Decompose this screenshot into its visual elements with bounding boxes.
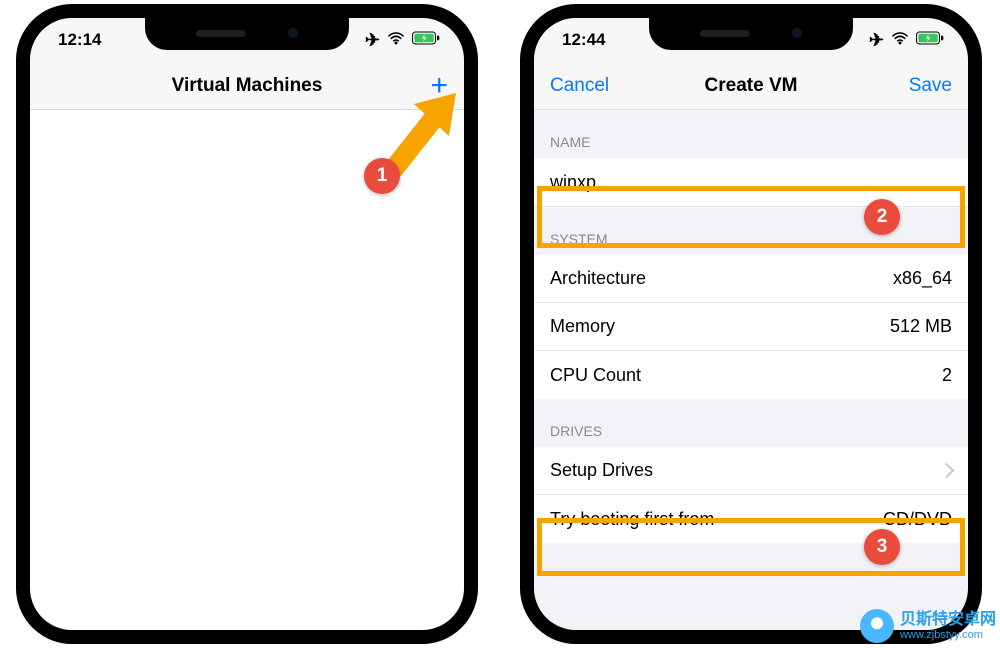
section-header-system: SYSTEM — [534, 207, 968, 255]
boot-first-cell[interactable]: Try booting first from CD/DVD — [534, 495, 968, 543]
section-header-name: NAME — [534, 110, 968, 158]
watermark-url: www.zjbstyy.com — [900, 629, 996, 641]
wifi-icon — [387, 30, 405, 50]
status-time: 12:14 — [58, 30, 101, 50]
watermark-title: 贝斯特安卓网 — [900, 611, 996, 629]
setup-drives-cell[interactable]: Setup Drives — [534, 447, 968, 495]
cell-label: CPU Count — [550, 365, 641, 386]
architecture-cell[interactable]: Architecture x86_64 — [534, 255, 968, 303]
cell-value: 2 — [942, 365, 952, 386]
name-input[interactable] — [550, 158, 952, 206]
wifi-icon — [891, 30, 909, 50]
form-content: NAME SYSTEM Architecture x86_64 Memory 5… — [534, 110, 968, 630]
cpu-count-cell[interactable]: CPU Count 2 — [534, 351, 968, 399]
battery-charging-icon — [412, 30, 440, 50]
name-cell[interactable] — [534, 158, 968, 207]
airplane-icon — [365, 30, 380, 51]
cell-label: Setup Drives — [550, 460, 653, 481]
chevron-right-icon — [933, 460, 952, 481]
nav-bar: Cancel Create VM Save — [534, 62, 968, 110]
marker-2: 2 — [864, 199, 900, 235]
save-button[interactable]: Save — [909, 75, 952, 97]
nav-bar: Virtual Machines + — [30, 62, 464, 110]
cell-label: Architecture — [550, 268, 646, 289]
phone-left: 12:14 Virtual Machines + 1 — [16, 4, 478, 644]
nav-title: Virtual Machines — [172, 75, 323, 97]
marker-1: 1 — [364, 158, 400, 194]
marker-3: 3 — [864, 529, 900, 565]
watermark: 贝斯特安卓网 www.zjbstyy.com — [860, 609, 996, 643]
status-time: 12:44 — [562, 30, 605, 50]
cell-value: x86_64 — [893, 268, 952, 289]
memory-cell[interactable]: Memory 512 MB — [534, 303, 968, 351]
status-icons — [869, 30, 944, 51]
cell-value: CD/DVD — [883, 509, 952, 530]
cell-label: Try booting first from — [550, 509, 714, 530]
phone-right: 12:44 Cancel Create VM Save NAME SYSTEM — [520, 4, 982, 644]
battery-charging-icon — [916, 30, 944, 50]
cancel-button[interactable]: Cancel — [550, 75, 609, 97]
empty-content — [30, 110, 464, 630]
section-header-drives: DRIVES — [534, 399, 968, 447]
cell-label: Memory — [550, 316, 615, 337]
airplane-icon — [869, 30, 884, 51]
add-button[interactable]: + — [430, 71, 448, 101]
status-icons — [365, 30, 440, 51]
nav-title: Create VM — [705, 75, 798, 97]
watermark-logo-icon — [860, 609, 894, 643]
cell-value: 512 MB — [890, 316, 952, 337]
